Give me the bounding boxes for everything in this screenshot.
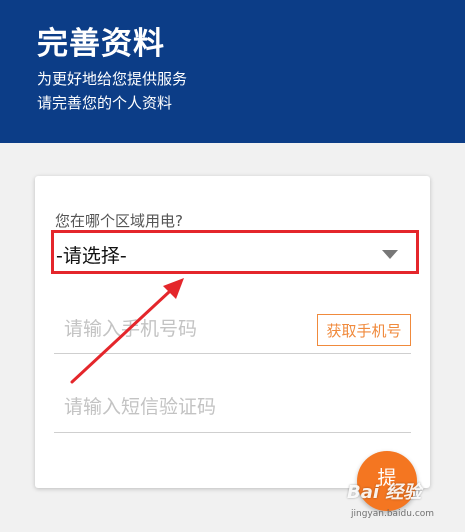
region-select[interactable]: -请选择- <box>51 230 419 274</box>
sms-code-input[interactable] <box>54 390 364 424</box>
profile-form-card: 您在哪个区域用电? -请选择- 获取手机号 <box>35 176 430 488</box>
page-title: 完善资料 <box>37 26 165 62</box>
sms-code-field-underline <box>54 432 411 433</box>
watermark-url: jingyan.baidu.com <box>351 509 435 519</box>
header-subtitle-line2: 请完善您的个人资料 <box>37 94 173 112</box>
chevron-down-icon[interactable] <box>382 250 398 259</box>
submit-button[interactable]: 提 <box>357 451 417 511</box>
header-subtitle-line1: 为更好地给您提供服务 <box>37 70 188 88</box>
get-phone-number-button[interactable]: 获取手机号 <box>317 314 411 346</box>
phone-field-underline <box>54 353 411 354</box>
region-label: 您在哪个区域用电? <box>55 212 183 230</box>
region-select-value: -请选择- <box>56 245 127 267</box>
header-banner: 完善资料 为更好地给您提供服务 请完善您的个人资料 <box>0 0 465 143</box>
phone-number-input[interactable] <box>54 312 314 346</box>
